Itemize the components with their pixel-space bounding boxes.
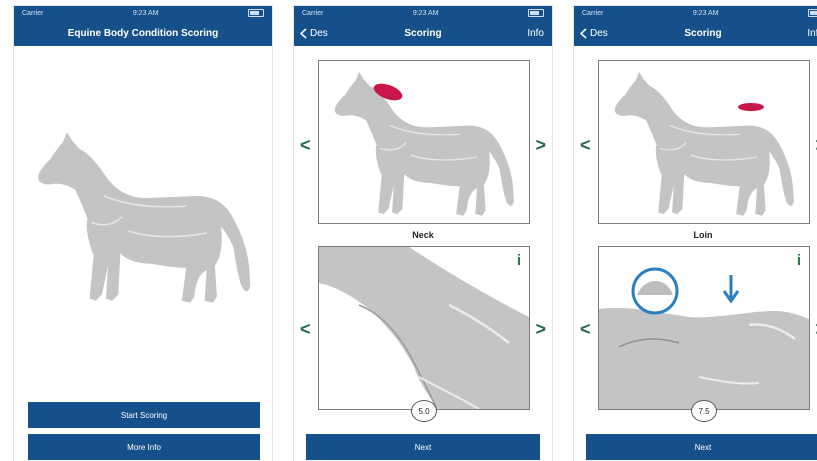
info-nav-button[interactable]: Info bbox=[527, 20, 544, 46]
carrier-label: Carrier bbox=[22, 9, 44, 17]
time-label: 9:23 AM bbox=[412, 9, 439, 17]
info-icon[interactable]: i bbox=[797, 253, 801, 268]
score-badge: 5.0 bbox=[411, 400, 437, 422]
screen-home: Carrier 9:23 AM Equine Body Condition Sc… bbox=[14, 6, 272, 461]
screen-scoring-neck: Carrier 9:23 AM Des Scoring Info < > Nec… bbox=[294, 6, 552, 461]
horse-illustration bbox=[37, 131, 252, 304]
chevron-left-icon bbox=[300, 27, 307, 39]
detail-frame: i bbox=[318, 246, 530, 410]
highlight-region bbox=[738, 103, 764, 111]
screen-title: Scoring bbox=[684, 27, 722, 39]
start-scoring-label: Start Scoring bbox=[120, 410, 168, 420]
score-badge: 7.5 bbox=[691, 400, 717, 422]
more-info-button[interactable]: More Info bbox=[28, 434, 260, 460]
screen-title: Scoring bbox=[404, 27, 442, 39]
carrier-label: Carrier bbox=[302, 9, 324, 17]
chevron-left-icon bbox=[580, 27, 587, 39]
status-bar: Carrier 9:23 AM bbox=[294, 6, 552, 20]
next-button[interactable]: Next bbox=[306, 434, 540, 460]
prev-region-arrow[interactable]: < bbox=[300, 136, 311, 154]
overview-frame bbox=[598, 60, 810, 224]
back-button[interactable]: Des bbox=[580, 20, 608, 46]
app-title: Equine Body Condition Scoring bbox=[67, 27, 219, 39]
nav-bar: Equine Body Condition Scoring bbox=[14, 20, 272, 46]
next-button[interactable]: Next bbox=[586, 434, 817, 460]
region-label: Neck bbox=[412, 230, 434, 240]
info-icon[interactable]: i bbox=[517, 253, 521, 268]
next-label: Next bbox=[414, 442, 432, 452]
info-nav-button[interactable]: Info bbox=[807, 20, 817, 46]
carrier-label: Carrier bbox=[582, 9, 604, 17]
more-info-label: More Info bbox=[127, 442, 161, 452]
loin-closeup-image bbox=[599, 267, 809, 409]
next-label: Next bbox=[694, 442, 712, 452]
next-region-arrow[interactable]: > bbox=[535, 136, 546, 154]
overview-frame bbox=[318, 60, 530, 224]
region-label: Loin bbox=[693, 230, 713, 240]
prev-region-arrow[interactable]: < bbox=[580, 136, 591, 154]
time-label: 9:23 AM bbox=[132, 9, 159, 17]
nav-bar: Des Scoring Info bbox=[574, 20, 817, 46]
battery-icon bbox=[807, 9, 817, 17]
nav-bar: Des Scoring Info bbox=[294, 20, 552, 46]
status-bar: Carrier 9:23 AM bbox=[14, 6, 272, 20]
screen-scoring-loin: Carrier 9:23 AM Des Scoring Info < > Loi… bbox=[574, 6, 817, 461]
battery-icon bbox=[247, 9, 264, 17]
back-button[interactable]: Des bbox=[300, 20, 328, 46]
neck-closeup-image bbox=[319, 247, 529, 409]
time-label: 9:23 AM bbox=[692, 9, 719, 17]
arrow-down-icon bbox=[722, 275, 740, 304]
status-bar: Carrier 9:23 AM bbox=[574, 6, 817, 20]
horse-overview-image bbox=[614, 71, 795, 217]
next-score-arrow[interactable]: > bbox=[535, 320, 546, 338]
back-label: Des bbox=[310, 27, 328, 39]
prev-score-arrow[interactable]: < bbox=[300, 320, 311, 338]
prev-score-arrow[interactable]: < bbox=[580, 320, 591, 338]
detail-frame: i bbox=[598, 246, 810, 410]
back-label: Des bbox=[590, 27, 608, 39]
battery-icon bbox=[527, 9, 544, 17]
horse-overview-image bbox=[334, 71, 515, 217]
start-scoring-button[interactable]: Start Scoring bbox=[28, 402, 260, 428]
